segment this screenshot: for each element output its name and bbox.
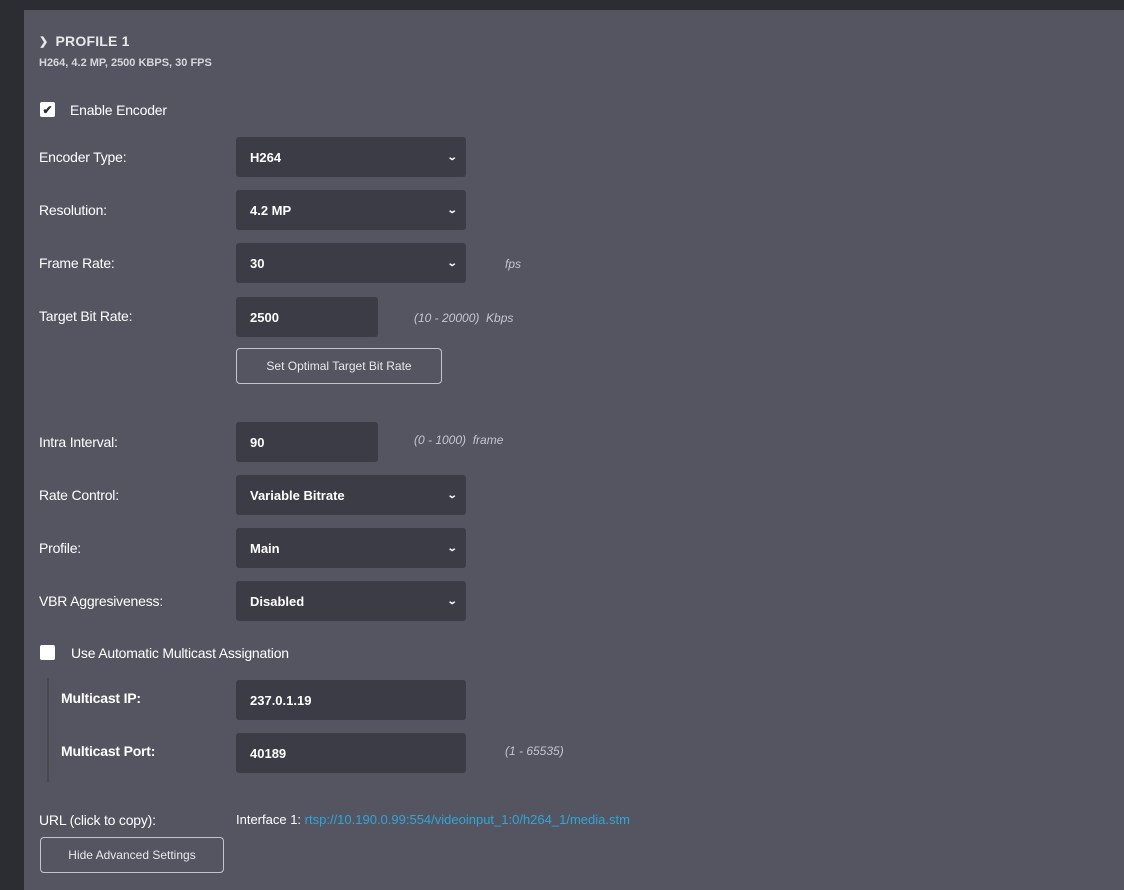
chevron-down-icon: ⌄ — [446, 489, 458, 501]
target-bit-rate-input[interactable]: 2500 — [236, 297, 378, 337]
rate-control-label: Rate Control: — [39, 487, 119, 503]
multicast-ip-input[interactable]: 237.0.1.19 — [236, 680, 466, 720]
set-optimal-bit-rate-button[interactable]: Set Optimal Target Bit Rate — [236, 348, 442, 384]
encoder-type-select[interactable]: H264 ⌄ — [236, 137, 466, 177]
intra-interval-range: (0 - 1000) frame — [414, 433, 503, 447]
chevron-down-icon: ⌄ — [446, 204, 458, 216]
frame-rate-unit: fps — [505, 257, 522, 271]
target-bit-rate-range-text: (10 - 20000) — [414, 311, 480, 325]
target-bit-rate-range: (10 - 20000) Kbps — [414, 311, 513, 325]
rate-control-select[interactable]: Variable Bitrate ⌄ — [236, 475, 466, 515]
chevron-down-icon: ❯ — [39, 36, 49, 48]
multicast-port-input[interactable]: 40189 — [236, 733, 466, 773]
url-label: URL (click to copy): — [39, 812, 156, 828]
profile-value: Main — [250, 540, 280, 556]
multicast-port-label: Multicast Port: — [61, 743, 156, 759]
profile-label: Profile: — [39, 540, 81, 556]
profile-summary: H264, 4.2 MP, 2500 KBPS, 30 FPS — [39, 57, 212, 69]
intra-interval-range-text: (0 - 1000) — [414, 433, 467, 447]
chevron-down-icon: ⌄ — [446, 151, 458, 163]
vbr-aggressiveness-label: VBR Aggresiveness: — [39, 593, 164, 609]
interface-label: Interface 1: — [236, 812, 302, 827]
chevron-down-icon: ⌄ — [446, 257, 458, 269]
chevron-down-icon: ⌄ — [446, 595, 458, 607]
check-icon: ✔ — [42, 102, 53, 117]
vbr-aggressiveness-select[interactable]: Disabled ⌄ — [236, 581, 466, 621]
resolution-value: 4.2 MP — [250, 202, 292, 218]
chevron-down-icon: ⌄ — [446, 542, 458, 554]
rate-control-value: Variable Bitrate — [250, 487, 345, 503]
rtsp-url-link[interactable]: rtsp://10.190.0.99:554/videoinput_1:0/h2… — [305, 812, 630, 827]
profile-panel — [24, 10, 1124, 890]
target-bit-rate-unit: Kbps — [486, 311, 514, 325]
frame-rate-select[interactable]: 30 ⌄ — [236, 243, 466, 283]
frame-rate-value: 30 — [250, 255, 265, 271]
auto-multicast-checkbox[interactable] — [40, 645, 55, 660]
multicast-ip-label: Multicast IP: — [61, 690, 141, 706]
intra-interval-input[interactable]: 90 — [236, 422, 378, 462]
frame-rate-label: Frame Rate: — [39, 255, 115, 271]
enable-encoder-label: Enable Encoder — [70, 102, 167, 118]
multicast-port-range: (1 - 65535) — [505, 744, 564, 758]
multicast-group-divider — [47, 678, 49, 782]
resolution-label: Resolution: — [39, 202, 107, 218]
profile-select[interactable]: Main ⌄ — [236, 528, 466, 568]
target-bit-rate-label: Target Bit Rate: — [39, 308, 133, 324]
vbr-aggressiveness-value: Disabled — [250, 593, 305, 609]
resolution-select[interactable]: 4.2 MP ⌄ — [236, 190, 466, 230]
encoder-type-value: H264 — [250, 149, 282, 165]
url-row: Interface 1: rtsp://10.190.0.99:554/vide… — [236, 812, 630, 827]
encoder-type-label: Encoder Type: — [39, 149, 127, 165]
intra-interval-unit: frame — [472, 433, 504, 447]
auto-multicast-label: Use Automatic Multicast Assignation — [71, 645, 289, 661]
profile-header[interactable]: ❯ PROFILE 1 — [39, 33, 130, 49]
intra-interval-label: Intra Interval: — [39, 434, 118, 450]
profile-title: PROFILE 1 — [55, 33, 130, 49]
enable-encoder-checkbox[interactable]: ✔ — [40, 102, 55, 117]
hide-advanced-settings-button[interactable]: Hide Advanced Settings — [40, 837, 224, 873]
